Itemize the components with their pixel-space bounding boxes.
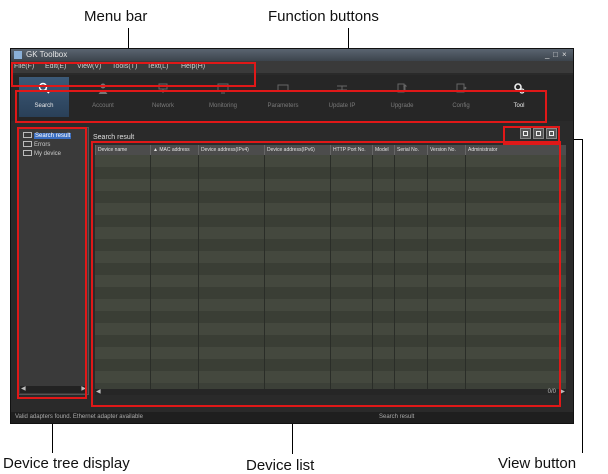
scroll-right-icon[interactable]: ▶ — [560, 389, 565, 395]
menu-bar-highlight — [11, 62, 256, 87]
menu-bar-callout: Menu bar — [84, 8, 148, 25]
title-bar: GK Toolbox _ □ × — [11, 49, 573, 61]
close-icon[interactable]: × — [562, 50, 567, 60]
function-buttons-highlight — [15, 90, 547, 123]
status-left: Valid adapters found. Ethernet adapter a… — [15, 414, 143, 420]
device-tree-display-callout: Device tree display — [3, 455, 130, 472]
device-list-callout: Device list — [246, 457, 315, 474]
maximize-icon[interactable]: □ — [553, 50, 558, 60]
function-buttons-callout: Function buttons — [268, 8, 379, 25]
device-list-highlight — [91, 141, 561, 407]
status-right: Search result — [379, 414, 415, 420]
minimize-icon[interactable]: _ — [545, 50, 549, 60]
app-logo-icon — [14, 51, 22, 59]
status-bar: Valid adapters found. Ethernet adapter a… — [11, 412, 573, 423]
view-button-highlight — [503, 126, 560, 145]
window-title: GK Toolbox — [26, 50, 68, 59]
view-button-leader-v — [582, 139, 583, 453]
device-tree-highlight — [17, 127, 87, 399]
view-button-callout: View button — [498, 455, 577, 472]
